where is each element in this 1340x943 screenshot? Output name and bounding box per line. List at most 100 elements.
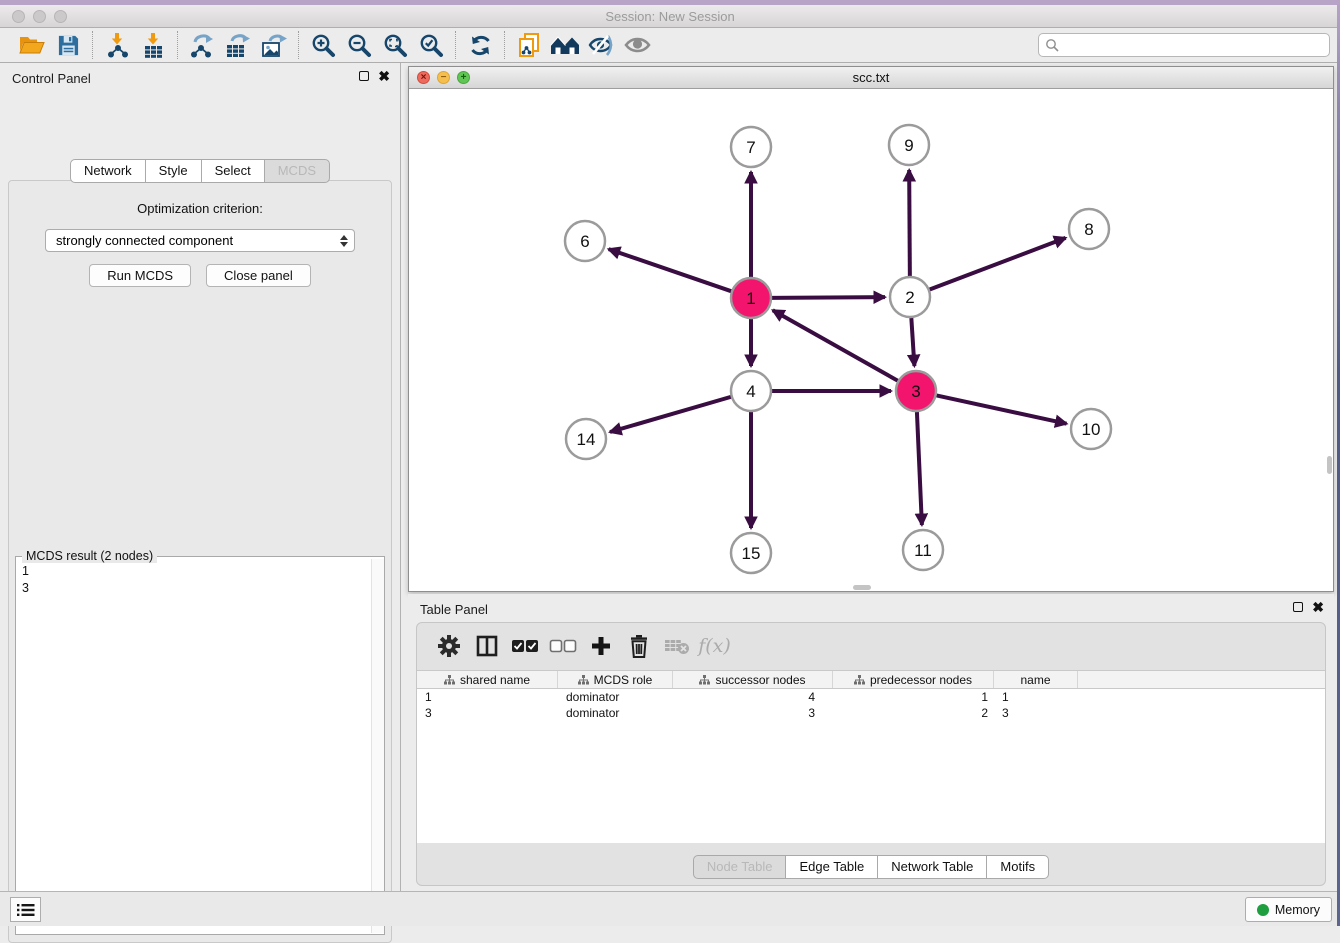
graph-node-10[interactable]: 10 [1071,409,1111,449]
memory-button[interactable]: Memory [1245,897,1332,922]
open-session-icon[interactable] [14,31,50,59]
criterion-select[interactable]: strongly connected component [45,229,355,252]
zoom-fit-icon[interactable] [377,31,413,59]
mcds-result-text[interactable]: 1 3 [16,560,370,934]
network-vscroll-thumb[interactable] [1327,456,1332,474]
graph-edge-3-1[interactable] [773,310,898,380]
network-graph: 7 9 6 8 1 2 4 3 14 10 15 11 [409,89,1333,591]
node-table-container: f(x) shared nameMCDS rolesuccessor nodes… [416,622,1326,886]
export-table-icon[interactable] [220,31,256,59]
column-header-predecessor-nodes[interactable]: predecessor nodes [833,671,994,688]
function-builder-icon: f(x) [699,631,730,661]
deselect-all-checkboxes-icon[interactable] [547,631,578,661]
delete-columns-trash-icon[interactable] [623,631,654,661]
export-image-icon[interactable] [256,31,292,59]
graph-node-9[interactable]: 9 [889,125,929,165]
delete-table-icon [661,631,692,661]
close-panel-icon[interactable]: ✖ [378,71,390,81]
table-close-panel-icon[interactable]: ✖ [1312,602,1324,612]
search-input[interactable] [1059,35,1329,55]
tab-network-table[interactable]: Network Table [877,855,987,879]
graph-node-11[interactable]: 11 [903,530,943,570]
graph-edge-3-11[interactable] [917,412,922,525]
table-cell[interactable]: 1 [833,690,994,704]
graph-node-7[interactable]: 7 [731,127,771,167]
optimization-criterion-label: Optimization criterion: [9,201,391,216]
graph-node-3[interactable]: 3 [896,371,936,411]
select-stepper-icon [340,235,348,247]
graph-node-15[interactable]: 15 [731,533,771,573]
table-cell[interactable]: 1 [994,690,1078,704]
first-neighbors-icon[interactable] [547,31,583,59]
bird-eye-view-icon[interactable] [619,31,655,59]
graph-node-8[interactable]: 8 [1069,209,1109,249]
zoom-selected-icon[interactable] [413,31,449,59]
close-panel-button[interactable]: Close panel [206,264,311,287]
column-header-MCDS-role[interactable]: MCDS role [558,671,673,688]
apply-layout-icon[interactable] [462,31,498,59]
create-column-icon[interactable] [585,631,616,661]
table-cell[interactable]: 3 [417,706,558,720]
zoom-in-icon[interactable] [305,31,341,59]
svg-text:10: 10 [1082,420,1101,439]
graph-edge-2-8[interactable] [930,238,1066,290]
graph-edge-2-9[interactable] [909,170,910,276]
column-header-name[interactable]: name [994,671,1078,688]
export-network-icon[interactable] [184,31,220,59]
table-panel-title: Table Panel [420,602,488,617]
table-row[interactable]: 3dominator323 [417,705,1325,721]
clone-network-icon[interactable] [511,31,547,59]
table-float-panel-icon[interactable] [1293,602,1303,612]
tab-node-table[interactable]: Node Table [693,855,787,879]
table-cell[interactable]: 3 [673,706,833,720]
graph-node-1[interactable]: 1 [731,278,771,318]
float-panel-icon[interactable] [359,71,369,81]
graph-edge-4-14[interactable] [610,397,731,432]
network-hscroll-thumb[interactable] [853,585,871,590]
network-window-titlebar[interactable]: × − + scc.txt [409,67,1333,89]
tab-edge-table[interactable]: Edge Table [785,855,878,879]
column-header-shared-name[interactable]: shared name [417,671,558,688]
table-cell[interactable]: dominator [558,690,673,704]
status-bar: Memory [0,891,1340,926]
column-tree-icon [444,675,455,685]
graph-node-4[interactable]: 4 [731,371,771,411]
tab-mcds[interactable]: MCDS [264,159,330,183]
table-cell[interactable]: 4 [673,690,833,704]
save-session-icon[interactable] [50,31,86,59]
graph-node-2[interactable]: 2 [890,277,930,317]
memory-status-icon [1257,904,1269,916]
network-canvas[interactable]: 7 9 6 8 1 2 4 3 14 10 15 11 [409,89,1333,591]
table-cell[interactable]: 2 [833,706,994,720]
import-table-icon[interactable] [135,31,171,59]
graph-edge-1-6[interactable] [609,249,731,291]
import-network-icon[interactable] [99,31,135,59]
show-task-history-button[interactable] [10,897,41,922]
table-options-gear-icon[interactable] [433,631,464,661]
graph-node-14[interactable]: 14 [566,419,606,459]
zoom-out-icon[interactable] [341,31,377,59]
select-all-checkboxes-icon[interactable] [509,631,540,661]
search-box [1038,33,1330,57]
show-columns-icon[interactable] [471,631,502,661]
run-mcds-button[interactable]: Run MCDS [89,264,191,287]
search-icon [1045,38,1059,52]
graph-edge-1-2[interactable] [772,297,885,298]
tab-motifs[interactable]: Motifs [986,855,1049,879]
tab-network[interactable]: Network [70,159,146,183]
graph-edge-2-3[interactable] [911,318,914,366]
table-cell[interactable]: dominator [558,706,673,720]
result-scrollbar[interactable] [371,559,384,933]
graph-node-6[interactable]: 6 [565,221,605,261]
tab-select[interactable]: Select [201,159,265,183]
table-cell[interactable]: 3 [994,706,1078,720]
show-hide-graphics-details-icon[interactable] [583,31,619,59]
svg-text:6: 6 [580,232,589,251]
table-toolbar: f(x) [417,623,1325,669]
table-row[interactable]: 1dominator411 [417,689,1325,705]
table-cell[interactable]: 1 [417,690,558,704]
column-header-successor-nodes[interactable]: successor nodes [673,671,833,688]
tab-style[interactable]: Style [145,159,202,183]
svg-text:2: 2 [905,288,914,307]
graph-edge-3-10[interactable] [937,395,1067,423]
